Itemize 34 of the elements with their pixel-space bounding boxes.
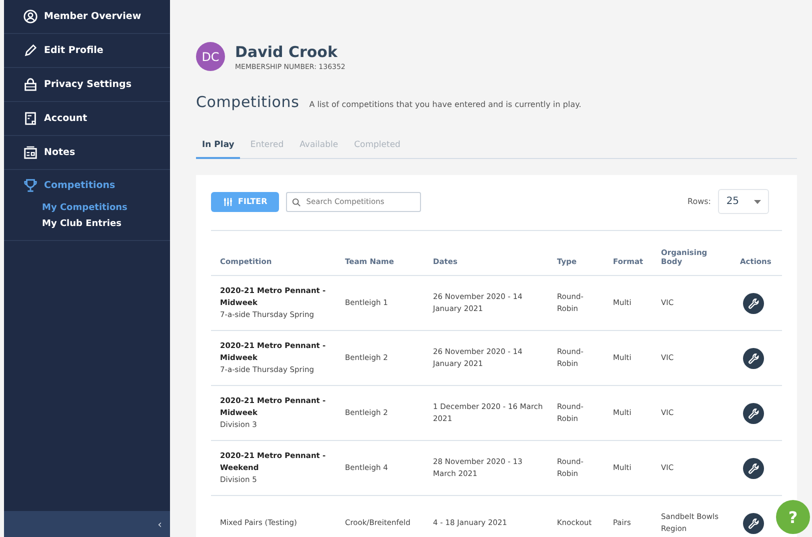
wrench-icon bbox=[747, 516, 760, 530]
action-button[interactable] bbox=[743, 292, 764, 314]
card-icon bbox=[23, 145, 38, 160]
sidebar-item[interactable]: Member Overview bbox=[4, 0, 170, 34]
pencil-icon bbox=[23, 43, 38, 58]
tab[interactable]: In Play bbox=[196, 135, 240, 159]
wrench-icon bbox=[747, 352, 760, 364]
user-icon bbox=[23, 9, 38, 24]
avatar: DC bbox=[196, 42, 225, 71]
action-button[interactable] bbox=[743, 512, 764, 534]
rows-select[interactable]: 25 bbox=[718, 189, 769, 214]
sidebar-subitem[interactable]: My Club Entries bbox=[4, 216, 170, 232]
action-button[interactable] bbox=[743, 348, 764, 368]
caret-icon bbox=[754, 200, 761, 204]
sidebar-item[interactable]: Notes bbox=[4, 136, 170, 170]
sidebar-item[interactable]: Account bbox=[4, 102, 170, 136]
rows-label: Rows: bbox=[688, 197, 711, 206]
sidebar-subitem[interactable]: My Competitions bbox=[4, 200, 170, 216]
wrench-icon bbox=[747, 462, 760, 474]
page-subtitle: A list of competitions that you have entered and is currently in play. bbox=[309, 100, 582, 109]
action-button[interactable] bbox=[743, 458, 764, 478]
sidebar-item[interactable]: Privacy Settings bbox=[4, 68, 170, 102]
wrench-icon bbox=[747, 406, 760, 420]
collapse-button[interactable]: ‹ bbox=[158, 518, 162, 530]
document-icon bbox=[23, 111, 38, 126]
sliders-icon bbox=[223, 196, 233, 206]
lock-icon bbox=[23, 77, 38, 92]
wrench-icon bbox=[747, 296, 760, 310]
trophy-icon bbox=[23, 178, 38, 192]
page-title: Competitions bbox=[196, 93, 300, 111]
sidebar-item[interactable]: Competitions bbox=[4, 170, 170, 200]
sidebar-item[interactable]: Edit Profile bbox=[4, 34, 170, 68]
action-button[interactable] bbox=[743, 402, 764, 424]
member-name: David Crook bbox=[235, 42, 338, 60]
